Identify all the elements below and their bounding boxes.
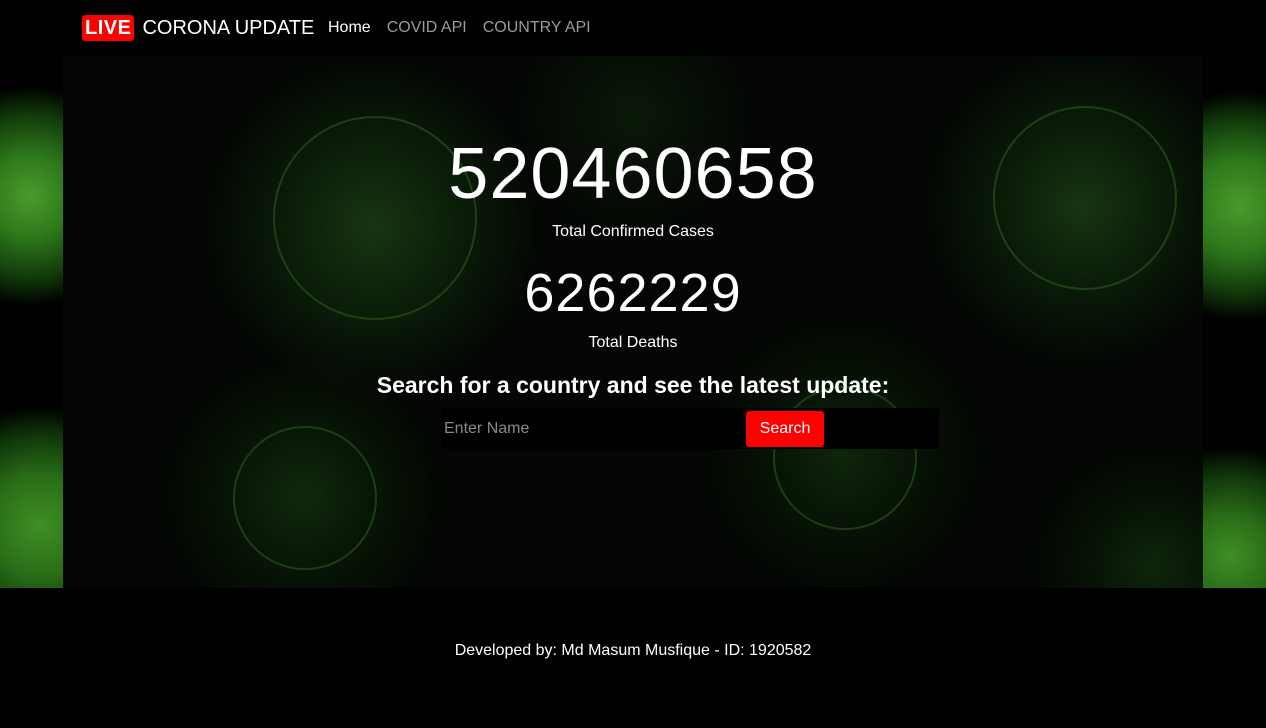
search-heading: Search for a country and see the latest … — [376, 372, 890, 398]
nav-links: Home COVID API COUNTRY API — [328, 18, 607, 38]
total-deaths-label: Total Deaths — [588, 334, 678, 351]
search-form: Search — [442, 408, 939, 449]
hero-section: 520460658 Total Confirmed Cases 6262229 … — [0, 56, 1266, 588]
footer-credit: Developed by: Md Masum Musfique - ID: 19… — [454, 642, 812, 659]
nav-link-home[interactable]: Home — [328, 18, 371, 38]
country-search-input[interactable] — [442, 408, 742, 449]
brand-title: CORONA UPDATE — [142, 17, 315, 39]
top-navbar: LIVE CORONA UPDATE Home COVID API COUNTR… — [0, 0, 1266, 56]
brand-logo-link[interactable]: LIVE CORONA UPDATE — [82, 15, 314, 41]
footer: Developed by: Md Masum Musfique - ID: 19… — [0, 588, 1266, 728]
search-button[interactable]: Search — [746, 411, 824, 447]
nav-link-covid-api[interactable]: COVID API — [387, 18, 467, 38]
nav-link-country-api[interactable]: COUNTRY API — [483, 18, 591, 38]
total-confirmed-value: 520460658 — [448, 134, 818, 214]
live-badge: LIVE — [82, 15, 135, 41]
virus-decoration — [233, 426, 377, 570]
total-deaths-value: 6262229 — [524, 263, 742, 323]
total-confirmed-label: Total Confirmed Cases — [552, 223, 714, 240]
